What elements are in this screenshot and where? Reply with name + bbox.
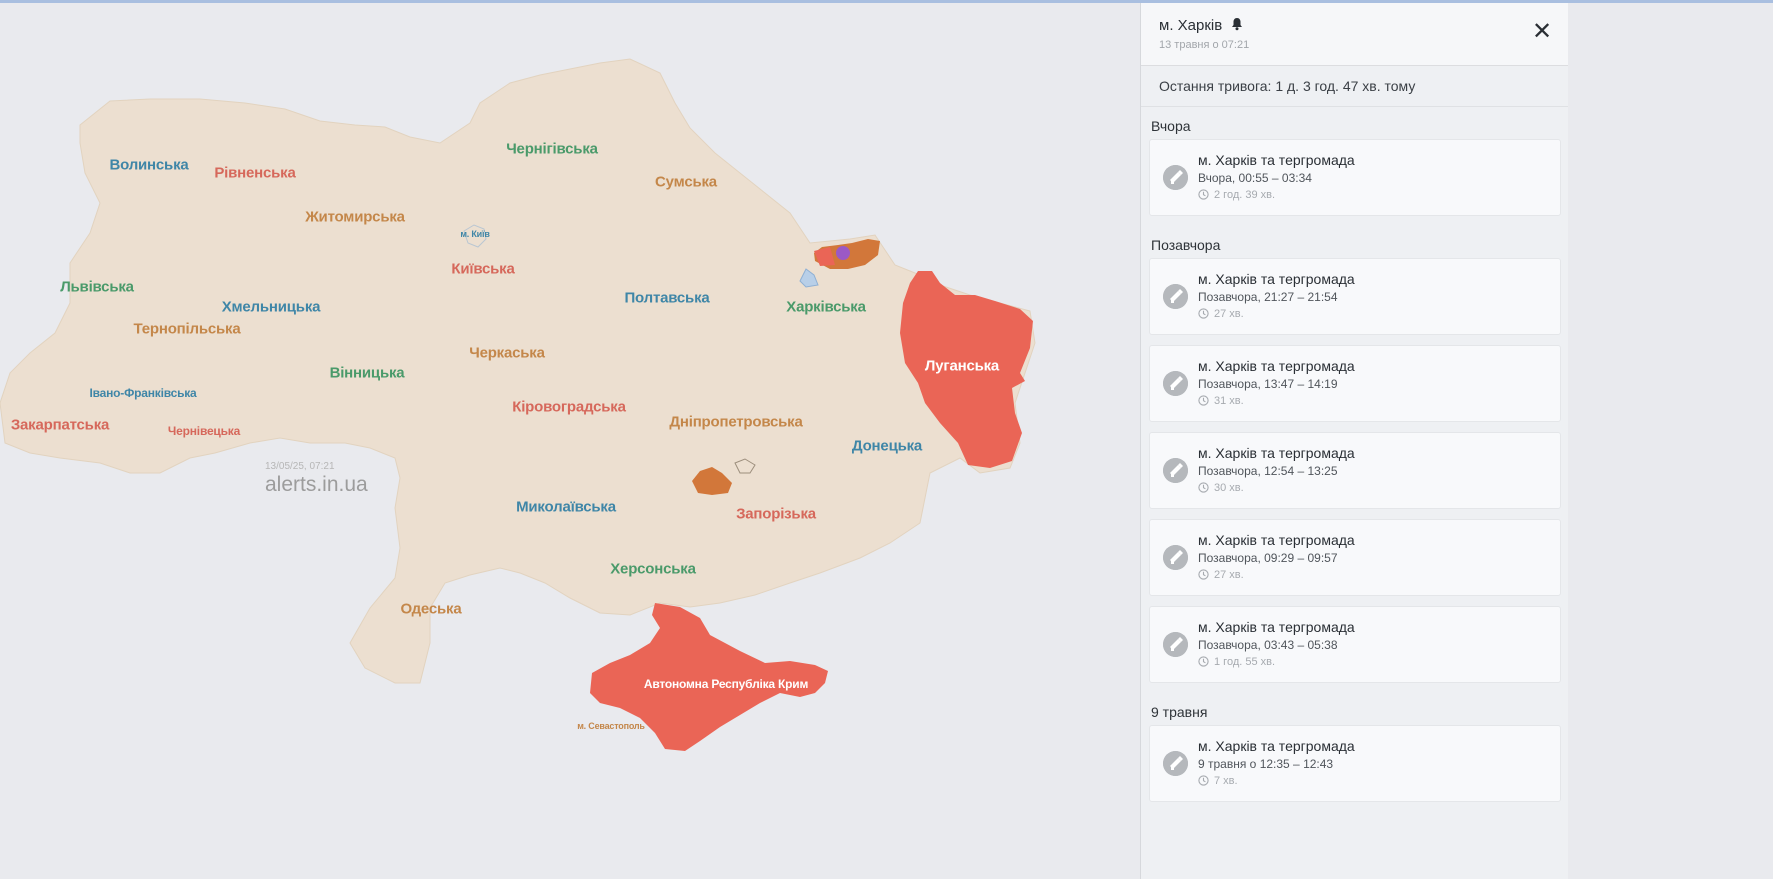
panel-title-text: м. Харків [1159,17,1223,34]
rocket-alert-icon [1163,751,1188,776]
alert-card-title: м. Харків та тергромада [1198,532,1355,548]
alert-card-title: м. Харків та тергромада [1198,358,1355,374]
alert-card-duration: 31 хв. [1198,395,1244,407]
page-background-right [1568,3,1773,879]
map-watermark: alerts.in.ua [265,473,368,496]
clock-icon [1198,308,1214,320]
alert-duration-text: 1 год. 55 хв. [1214,656,1276,668]
alert-card-title: м. Харків та тергромада [1198,738,1355,754]
alert-card-time: Позавчора, 09:29 – 09:57 [1198,551,1338,565]
region-label-luhanska[interactable]: Луганська [925,358,999,375]
alert-duration-text: 2 год. 39 хв. [1214,189,1276,201]
alert-card-time: Позавчора, 12:54 – 13:25 [1198,464,1338,478]
alert-card-duration: 2 год. 39 хв. [1198,189,1275,201]
alert-card-duration: 27 хв. [1198,569,1244,581]
alert-card[interactable]: м. Харків та тергромада Позавчора, 12:54 … [1149,432,1561,509]
clock-icon [1198,569,1214,581]
map-timestamp: 13/05/25, 07:21 [265,461,335,472]
alert-card-time: Вчора, 00:55 – 03:34 [1198,171,1312,185]
close-icon[interactable]: ✕ [1529,19,1555,45]
alert-card-duration: 1 год. 55 хв. [1198,656,1275,668]
alert-card-duration: 27 хв. [1198,308,1244,320]
bell-icon[interactable] [1230,17,1244,31]
region-label-kirovohradska[interactable]: Кіровоградська [512,399,626,416]
region-label-donetska[interactable]: Донецька [852,438,922,455]
alert-duration-text: 27 хв. [1214,308,1244,320]
clock-icon [1198,482,1214,494]
region-label-ivano-frankivska[interactable]: Івано-Франківська [89,386,196,400]
alert-duration-text: 31 хв. [1214,395,1244,407]
rocket-alert-icon [1163,284,1188,309]
clock-icon [1198,189,1214,201]
region-label-odeska[interactable]: Одеська [401,601,462,618]
clock-icon [1198,656,1214,668]
alert-card-time: 9 травня о 12:35 – 12:43 [1198,757,1334,771]
last-alert-info: Остання тривога: 1 д. 3 год. 47 хв. тому [1141,66,1569,107]
group-heading: Позавчора [1151,237,1221,253]
region-detail-panel: м. Харків 13 травня о 07:21 ✕ Остання тр… [1140,3,1569,879]
rocket-alert-icon [1163,545,1188,570]
group-heading: Вчора [1151,118,1191,134]
region-label-sumska[interactable]: Сумська [655,174,717,191]
region-label-khersonska[interactable]: Херсонська [610,561,696,578]
alert-card[interactable]: м. Харків та тергромада Позавчора, 21:27 … [1149,258,1561,335]
map-svg [0,58,1036,751]
region-label-cherkaska[interactable]: Черкаська [469,345,545,362]
clock-icon [1198,775,1214,787]
alert-card-time: Позавчора, 03:43 – 05:38 [1198,638,1338,652]
alert-history-list: Вчора м. Харків та тергромада Вчора, 00:55… [1141,107,1569,802]
clock-icon [1198,395,1214,407]
alert-card-time: Позавчора, 13:47 – 14:19 [1198,377,1338,391]
region-label-dnipropetrovska[interactable]: Дніпропетровська [669,414,802,431]
group-heading: 9 травня [1151,704,1208,720]
rocket-alert-icon [1163,165,1188,190]
alert-card[interactable]: м. Харків та тергромада 9 травня о 12:35 … [1149,725,1561,802]
region-label-krym[interactable]: Автономна Республіка Крим [644,677,808,691]
region-label-zaporizka[interactable]: Запорізька [736,506,816,523]
alert-duration-text: 27 хв. [1214,569,1244,581]
region-label-kyiv-city[interactable]: м. Київ [460,229,490,239]
region-label-chernivetska[interactable]: Чернівецька [168,424,240,438]
region-label-lvivska[interactable]: Львівська [60,279,134,296]
region-label-sevastopol[interactable]: м. Севастополь [577,721,645,731]
ukraine-alert-map[interactable]: Волинська Рівненська Житомирська Чернігі… [0,3,1140,879]
region-label-volynska[interactable]: Волинська [109,157,188,174]
rocket-alert-icon [1163,458,1188,483]
region-label-vinnytska[interactable]: Вінницька [330,365,405,382]
region-label-poltavska[interactable]: Полтавська [624,290,709,307]
region-label-mykolaivska[interactable]: Миколаївська [516,499,616,516]
alert-card-title: м. Харків та тергромада [1198,152,1355,168]
region-label-chernihivska[interactable]: Чернігівська [506,141,598,158]
region-label-zhytomyrska[interactable]: Житомирська [305,209,405,226]
alert-card-time: Позавчора, 21:27 – 21:54 [1198,290,1338,304]
region-label-kharkivska[interactable]: Харківська [786,299,866,316]
panel-header: м. Харків 13 травня о 07:21 ✕ [1141,3,1569,66]
rocket-alert-icon [1163,632,1188,657]
alert-card-title: м. Харків та тергромада [1198,445,1355,461]
alert-card[interactable]: м. Харків та тергромада Вчора, 00:55 – 03… [1149,139,1561,216]
region-label-rivnenska[interactable]: Рівненська [214,165,295,182]
rocket-alert-icon [1163,371,1188,396]
alert-card[interactable]: м. Харків та тергромада Позавчора, 13:47 … [1149,345,1561,422]
alert-card-duration: 30 хв. [1198,482,1244,494]
alert-card-title: м. Харків та тергромада [1198,271,1355,287]
region-label-ternopilska[interactable]: Тернопільська [134,321,241,338]
alert-card-duration: 7 хв. [1198,775,1238,787]
drone-marker-icon[interactable] [836,246,850,260]
region-label-khmelnytska[interactable]: Хмельницька [222,299,321,316]
alert-duration-text: 7 хв. [1214,775,1238,787]
alert-card[interactable]: м. Харків та тергромада Позавчора, 09:29 … [1149,519,1561,596]
alert-duration-text: 30 хв. [1214,482,1244,494]
alert-card[interactable]: м. Харків та тергромада Позавчора, 03:43 … [1149,606,1561,683]
region-label-zakarpatska[interactable]: Закарпатська [11,417,110,434]
panel-title: м. Харків [1159,17,1244,34]
alert-card-title: м. Харків та тергромада [1198,619,1355,635]
panel-subtitle: 13 травня о 07:21 [1159,39,1250,51]
region-label-kyivska[interactable]: Київська [451,261,514,278]
